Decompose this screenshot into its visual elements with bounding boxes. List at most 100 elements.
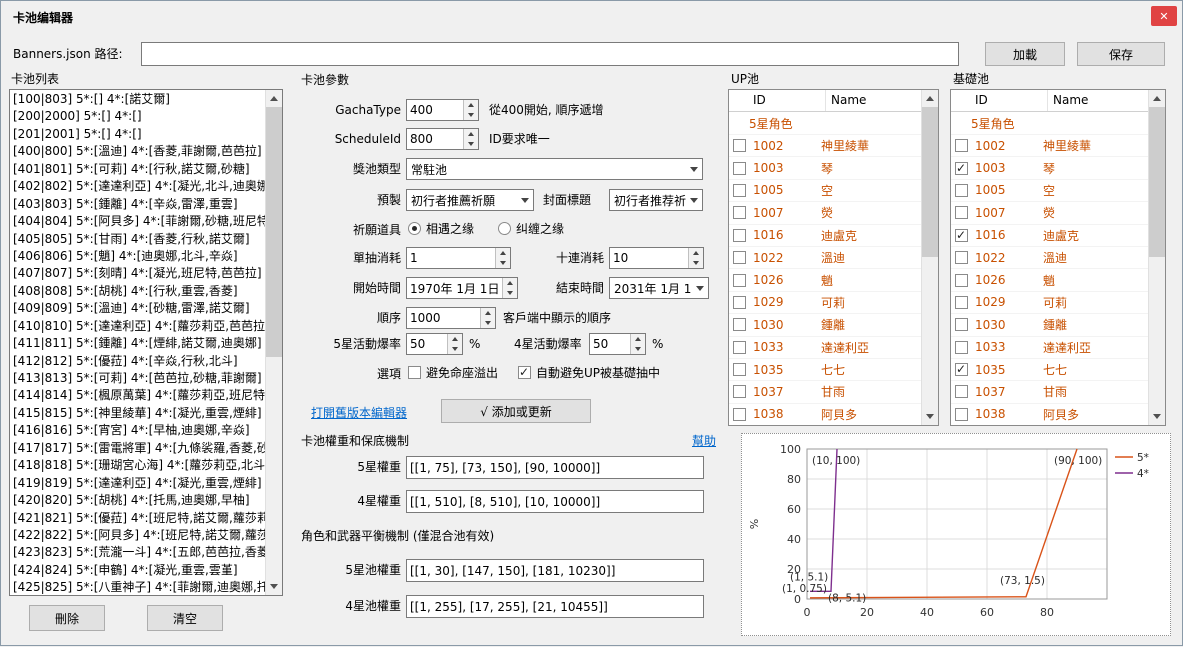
base-pool-scrollbar[interactable] [1148, 90, 1165, 425]
radio-intertwined-fate[interactable]: 纠缠之缘 [498, 220, 564, 236]
spin-up-icon[interactable] [464, 129, 478, 139]
list-item[interactable]: [411|811] 5*:[鍾離] 4*:[煙緋,諾艾爾,迪奧娜] [10, 335, 265, 352]
gachatype-spinner[interactable] [406, 99, 479, 121]
table-row[interactable]: 1007熒 [951, 202, 1148, 224]
row-checkbox[interactable] [955, 162, 968, 175]
row-checkbox[interactable] [733, 296, 746, 309]
list-item[interactable]: [415|815] 5*:[神里綾華] 4*:[凝光,重雲,煙緋] [10, 405, 265, 422]
up-pool-scrollbar[interactable] [921, 90, 938, 425]
row-checkbox[interactable] [733, 408, 746, 421]
row-checkbox[interactable] [733, 274, 746, 287]
spin-down-icon[interactable] [481, 318, 495, 328]
spin-down-icon[interactable] [631, 344, 645, 354]
list-item[interactable]: [416|816] 5*:[宵宮] 4*:[早柚,迪奧娜,辛焱] [10, 422, 265, 439]
avoid-constellation-checkbox[interactable]: 避免命座溢出 [408, 364, 498, 380]
spin-up-icon[interactable] [503, 278, 517, 288]
spin-up-icon[interactable] [481, 308, 495, 318]
add-update-button[interactable]: √ 添加或更新 [441, 399, 591, 423]
row-checkbox[interactable] [733, 184, 746, 197]
list-item[interactable]: [424|824] 5*:[申鶴] 4*:[凝光,重雲,雲堇] [10, 562, 265, 579]
row-checkbox[interactable] [955, 341, 968, 354]
table-row[interactable]: 1022溫迪 [729, 247, 921, 269]
rate4-spinner[interactable] [589, 333, 646, 355]
cover-title-select[interactable]: 初行者推荐祈愿 [609, 189, 703, 211]
scheduleid-input[interactable] [407, 129, 463, 149]
open-old-editor-link[interactable]: 打開舊版本編輯器 [311, 405, 407, 421]
row-checkbox[interactable] [955, 318, 968, 331]
spin-down-icon[interactable] [448, 344, 462, 354]
scroll-thumb[interactable] [1149, 107, 1165, 257]
table-row[interactable]: 1026魈 [729, 269, 921, 291]
list-item[interactable]: [422|822] 5*:[阿貝多] 4*:[班尼特,諾艾爾,蘿莎 [10, 527, 265, 544]
table-row[interactable]: 1005空 [951, 180, 1148, 202]
row-checkbox[interactable] [955, 251, 968, 264]
table-row[interactable]: 1030鍾離 [951, 314, 1148, 336]
row-checkbox[interactable] [955, 296, 968, 309]
rate5-input[interactable] [407, 334, 447, 354]
list-item[interactable]: [201|2001] 5*:[] 4*:[] [10, 126, 265, 143]
row-checkbox[interactable] [955, 139, 968, 152]
avoid-up-in-base-checkbox[interactable]: 自動避免UP被基礎抽中 [518, 364, 660, 380]
list-item[interactable]: [402|802] 5*:[達達利亞] 4*:[凝光,北斗,迪奧娜] [10, 178, 265, 195]
col-header-id[interactable]: ID [753, 93, 766, 107]
scroll-up-icon[interactable] [922, 90, 938, 107]
spin-down-icon[interactable] [464, 110, 478, 120]
scroll-up-icon[interactable] [1149, 90, 1165, 107]
table-row[interactable]: 1035七七 [729, 359, 921, 381]
scroll-down-icon[interactable] [922, 408, 938, 425]
end-time-picker[interactable]: 2031年 1月 1日 [609, 277, 709, 299]
spin-down-icon[interactable] [503, 288, 517, 298]
list-item[interactable]: [410|810] 5*:[達達利亞] 4*:[蘿莎莉亞,芭芭拉,菲 [10, 318, 265, 335]
clear-button[interactable]: 清空 [147, 605, 223, 631]
list-item[interactable]: [409|809] 5*:[溫迪] 4*:[砂糖,雷澤,諾艾爾] [10, 300, 265, 317]
spin-up-icon[interactable] [448, 334, 462, 344]
spin-up-icon[interactable] [496, 248, 510, 258]
scroll-thumb[interactable] [922, 107, 938, 257]
list-item[interactable]: [404|804] 5*:[阿貝多] 4*:[菲謝爾,砂糖,班尼特] [10, 213, 265, 230]
list-item[interactable]: [419|819] 5*:[達達利亞] 4*:[凝光,重雲,煙緋] [10, 475, 265, 492]
ten-cost-input[interactable] [610, 248, 688, 268]
scroll-thumb[interactable] [266, 107, 282, 357]
table-row[interactable]: 1037甘雨 [729, 381, 921, 403]
weight5-input[interactable] [407, 457, 703, 478]
table-row[interactable]: 1005空 [729, 180, 921, 202]
table-row[interactable]: 1035七七 [951, 359, 1148, 381]
table-row[interactable]: 1003琴 [729, 157, 921, 179]
weight4-input[interactable] [407, 491, 703, 512]
col-header-name[interactable]: Name [1053, 93, 1088, 107]
row-checkbox[interactable] [955, 184, 968, 197]
row-checkbox[interactable] [733, 341, 746, 354]
delete-button[interactable]: 刪除 [29, 605, 105, 631]
table-row[interactable]: 1007熒 [729, 202, 921, 224]
row-checkbox[interactable] [733, 251, 746, 264]
table-row[interactable]: 1002神里綾華 [729, 135, 921, 157]
pool-type-select[interactable]: 常駐池 [406, 158, 703, 180]
row-checkbox[interactable] [955, 408, 968, 421]
row-checkbox[interactable] [733, 385, 746, 398]
spin-up-icon[interactable] [689, 248, 703, 258]
spin-up-icon[interactable] [631, 334, 645, 344]
list-item[interactable]: [420|820] 5*:[胡桃] 4*:[托馬,迪奧娜,早柚] [10, 492, 265, 509]
list-item[interactable]: [407|807] 5*:[刻晴] 4*:[凝光,班尼特,芭芭拉] [10, 265, 265, 282]
spin-down-icon[interactable] [689, 258, 703, 268]
pool-listbox[interactable]: [100|803] 5*:[] 4*:[諾艾爾][200|2000] 5*:[]… [9, 89, 283, 596]
scroll-down-icon[interactable] [266, 578, 282, 595]
list-item[interactable]: [423|823] 5*:[荒瀧一斗] 4*:[五郎,芭芭拉,香菱] [10, 544, 265, 561]
row-checkbox[interactable] [733, 206, 746, 219]
load-button[interactable]: 加載 [985, 42, 1065, 66]
list-item[interactable]: [412|812] 5*:[優菈] 4*:[辛焱,行秋,北斗] [10, 353, 265, 370]
start-time-picker[interactable] [406, 277, 518, 299]
rate5-spinner[interactable] [406, 333, 463, 355]
single-cost-input[interactable] [407, 248, 495, 268]
list-item[interactable]: [405|805] 5*:[甘雨] 4*:[香菱,行秋,諾艾爾] [10, 231, 265, 248]
table-row[interactable]: 1016迪盧克 [951, 225, 1148, 247]
rate4-input[interactable] [590, 334, 630, 354]
table-row[interactable]: 1033達達利亞 [729, 337, 921, 359]
col-header-id[interactable]: ID [975, 93, 988, 107]
row-checkbox[interactable] [733, 318, 746, 331]
list-item[interactable]: [417|817] 5*:[雷電將軍] 4*:[九條裟羅,香菱,砂糖 [10, 440, 265, 457]
row-checkbox[interactable] [955, 385, 968, 398]
list-item[interactable]: [100|803] 5*:[] 4*:[諾艾爾] [10, 91, 265, 108]
scroll-down-icon[interactable] [1149, 408, 1165, 425]
order-spinner[interactable] [406, 307, 496, 329]
